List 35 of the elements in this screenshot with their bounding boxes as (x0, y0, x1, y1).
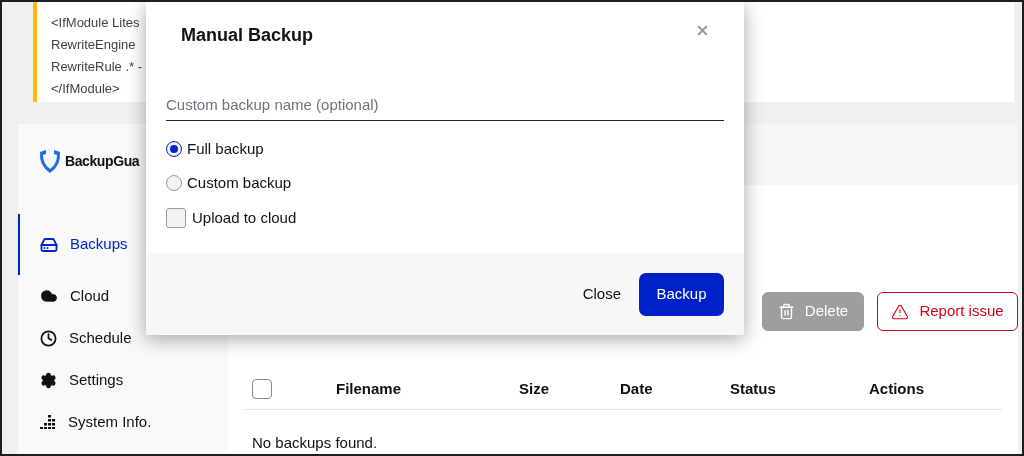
shield-logo-icon (38, 148, 62, 174)
code-line: <IfModule Lites (51, 14, 140, 32)
radio-button[interactable] (166, 175, 182, 191)
column-header: Size (519, 379, 549, 397)
close-button[interactable]: Close (582, 282, 621, 306)
sidebar-item[interactable]: Cloud (18, 275, 228, 317)
trash-icon (777, 303, 795, 320)
bar-chart-icon (40, 415, 56, 429)
option-label: Custom backup (187, 172, 292, 193)
brand-name: BackupGua (65, 151, 140, 171)
column-header: Filename (336, 379, 402, 397)
gear-icon (40, 371, 57, 389)
backup-button[interactable]: Backup (639, 272, 724, 316)
warning-icon (891, 302, 910, 321)
column-header: Status (730, 379, 776, 397)
empty-message: No backups found. (252, 432, 378, 453)
option-label: Full backup (187, 138, 264, 159)
column-header: Date (620, 379, 653, 397)
code-line: </IfModule> (51, 80, 120, 98)
radio-button[interactable] (166, 141, 182, 157)
code-line: RewriteRule .* - (51, 58, 143, 76)
drive-icon (40, 235, 58, 254)
close-icon[interactable] (695, 23, 710, 38)
sidebar-item[interactable]: Settings (18, 359, 228, 401)
clock-icon (40, 329, 57, 347)
cloud-icon (40, 287, 58, 305)
column-header: Actions (869, 379, 924, 397)
code-line: RewriteEngine (51, 36, 136, 54)
report-issue-button[interactable]: Report issue (877, 292, 1018, 331)
dialog-title: Manual Backup (181, 24, 314, 47)
backup-name-field[interactable]: Custom backup name (optional) (166, 89, 724, 121)
checkbox[interactable] (166, 208, 186, 228)
select-all-checkbox[interactable] (252, 378, 272, 399)
sidebar-item[interactable]: Schedule (18, 317, 228, 359)
sidebar-item[interactable]: System Info. (18, 401, 228, 443)
